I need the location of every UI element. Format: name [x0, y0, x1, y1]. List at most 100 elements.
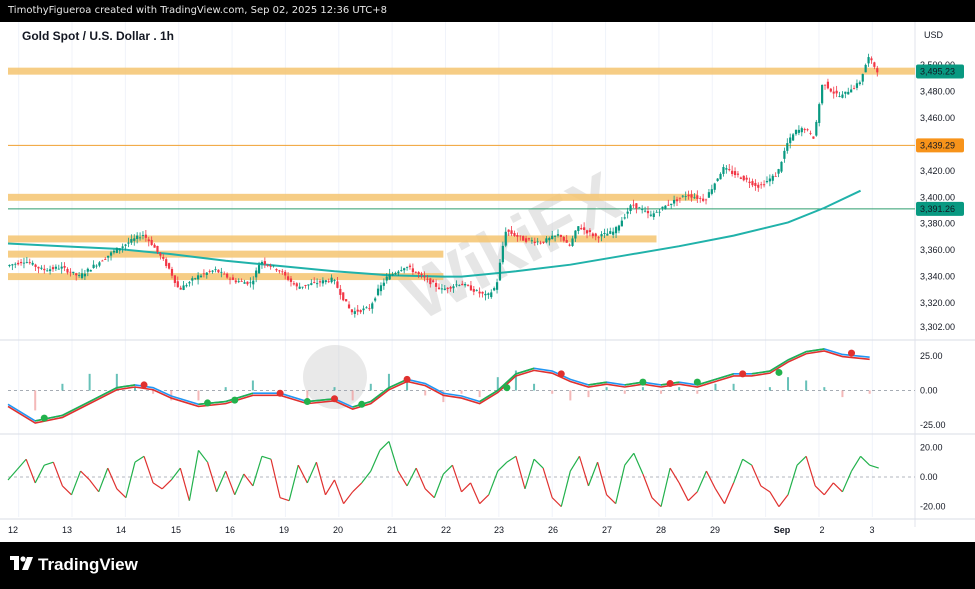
- candle-body: [437, 287, 441, 290]
- candle-body: [507, 229, 510, 232]
- candle-body: [249, 282, 252, 284]
- candle-body: [850, 89, 853, 93]
- candle-body: [620, 220, 623, 227]
- candle-body: [826, 81, 830, 89]
- macd-histogram-bar: [369, 383, 372, 391]
- candle-body: [179, 287, 182, 290]
- candle-body: [498, 262, 502, 281]
- candle-body: [98, 262, 101, 266]
- candle-body: [551, 235, 554, 239]
- candle-body: [841, 94, 844, 98]
- candle-body: [223, 273, 226, 275]
- osc-tick-label: 20.00: [920, 442, 943, 452]
- candle-body: [800, 128, 803, 133]
- candle-body: [641, 209, 644, 211]
- candle-body: [243, 282, 246, 284]
- candle-body: [385, 276, 388, 281]
- crossover-marker: [303, 398, 311, 406]
- candle-body: [519, 235, 522, 237]
- candle-body: [46, 270, 49, 272]
- candle-body: [466, 285, 470, 286]
- candle-body: [757, 184, 760, 188]
- candle-body: [118, 248, 121, 251]
- candle-body: [823, 84, 827, 86]
- candle-body: [83, 273, 87, 277]
- candle-body: [72, 271, 75, 274]
- candle-body: [684, 196, 687, 197]
- candle-body: [728, 169, 731, 171]
- candle-body: [617, 225, 621, 231]
- candle-body: [449, 287, 452, 289]
- candle-body: [255, 270, 258, 278]
- candle-body: [109, 252, 113, 256]
- attribution-bar: TimothyFigueroa created with TradingView…: [0, 0, 975, 22]
- macd-tick-label: 0.00: [920, 385, 938, 395]
- candle-body: [37, 266, 40, 269]
- candle-body: [664, 205, 667, 210]
- support-resistance-zone: [8, 235, 657, 243]
- candle-body: [876, 68, 879, 73]
- candle-body: [423, 276, 426, 278]
- candle-body: [66, 268, 69, 273]
- candle-body: [832, 91, 835, 94]
- candle-body: [405, 266, 409, 268]
- candle-body: [554, 235, 557, 237]
- crossover-marker: [739, 370, 747, 378]
- candle-body: [533, 241, 536, 244]
- crossover-marker: [775, 368, 783, 376]
- price-tick-label: 3,460.00: [920, 113, 955, 123]
- macd-histogram-bar: [88, 373, 91, 391]
- candle-body: [107, 255, 110, 258]
- candle-body: [226, 273, 229, 278]
- candle-body: [48, 269, 52, 272]
- candle-body: [864, 64, 867, 73]
- candle-body: [92, 264, 95, 268]
- candle-body: [417, 272, 420, 274]
- candle-body: [51, 267, 55, 270]
- macd-histogram-bar: [251, 380, 254, 391]
- candle-body: [791, 134, 795, 141]
- candle-body: [487, 293, 490, 295]
- macd-tick-label: 25.00: [920, 351, 943, 361]
- macd-histogram-bar: [61, 383, 64, 391]
- candle-body: [762, 184, 766, 186]
- macd-histogram-bar: [787, 377, 790, 391]
- macd-histogram-bar: [623, 390, 626, 394]
- candle-body: [313, 282, 316, 283]
- candle-body: [266, 264, 269, 266]
- candle-body: [774, 176, 777, 177]
- time-tick-label: 28: [656, 525, 666, 535]
- candle-body: [591, 233, 594, 237]
- candle-body: [115, 247, 118, 253]
- candle-body: [513, 233, 516, 236]
- price-label-text: 3,391.26: [920, 204, 955, 214]
- candle-body: [736, 173, 740, 175]
- candle-body: [443, 288, 446, 290]
- candle-body: [376, 288, 380, 296]
- candle-body: [188, 282, 191, 284]
- candle-body: [861, 73, 864, 82]
- candle-body: [609, 231, 612, 234]
- candle-body: [333, 280, 336, 281]
- candle-body: [426, 278, 429, 280]
- candle-body: [527, 238, 531, 240]
- footer: TradingView: [0, 542, 975, 589]
- macd-histogram-bar: [478, 390, 481, 398]
- candle-body: [614, 227, 618, 234]
- candle-body: [783, 150, 786, 159]
- candle-body: [362, 308, 365, 311]
- candle-body: [133, 238, 136, 241]
- crossover-marker: [848, 349, 856, 357]
- support-resistance-zone: [8, 67, 915, 75]
- candle-body: [565, 240, 568, 243]
- candle-body: [176, 281, 179, 288]
- candle-body: [583, 227, 586, 231]
- candle-body: [374, 298, 377, 301]
- candle-body: [339, 288, 342, 295]
- candle-body: [167, 263, 171, 269]
- macd-histogram-bar: [768, 387, 771, 391]
- candle-body: [710, 189, 713, 194]
- time-tick-label: Sep: [774, 525, 791, 535]
- price-chart[interactable]: WikiFX 3,500.003,480.003,460.003,440.003…: [0, 22, 975, 542]
- candle-body: [847, 91, 850, 95]
